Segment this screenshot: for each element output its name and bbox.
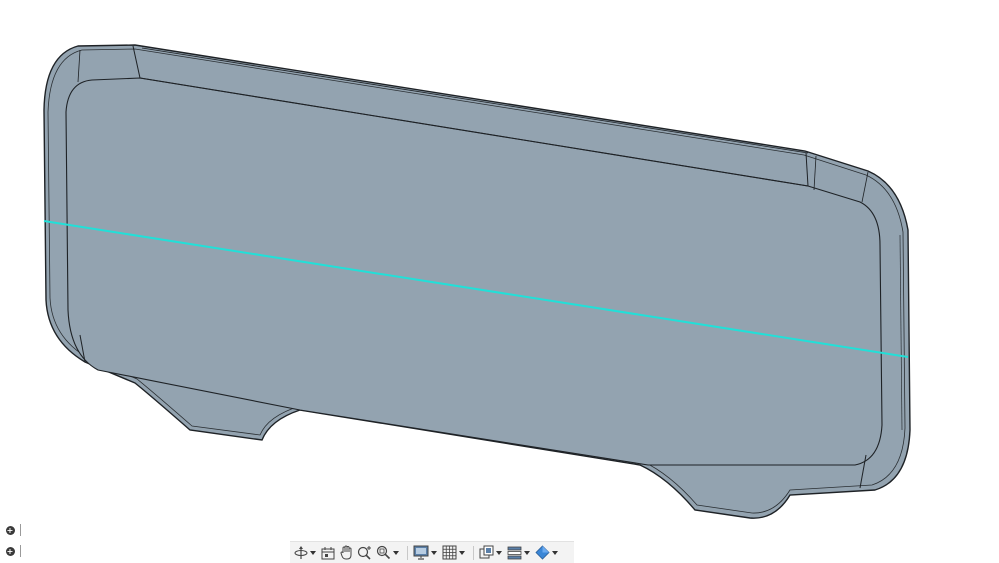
monitor-icon <box>413 545 429 560</box>
display-settings-menu-caret[interactable] <box>431 550 437 555</box>
zoom-button[interactable] <box>357 543 373 563</box>
display-settings-button[interactable] <box>413 543 439 563</box>
3d-viewport[interactable] <box>0 0 999 563</box>
viewports-button[interactable] <box>479 543 504 563</box>
grid-settings-menu-caret[interactable] <box>459 550 465 555</box>
viewports-icon <box>479 545 494 559</box>
hand-icon <box>340 545 352 560</box>
look-at-button[interactable] <box>321 543 336 563</box>
fit-menu-caret[interactable] <box>393 550 399 555</box>
grid-settings-button[interactable] <box>442 543 467 563</box>
viewports-menu-caret[interactable] <box>496 550 502 555</box>
cube-icon <box>535 545 550 560</box>
effects-button[interactable] <box>507 543 532 563</box>
visual-style-menu-caret[interactable] <box>552 550 558 555</box>
pan-button[interactable] <box>339 543 354 563</box>
layers-icon <box>507 546 522 560</box>
plus-circle-icon: + <box>5 546 15 556</box>
navigation-toolbar <box>290 541 574 563</box>
fit-button[interactable] <box>376 543 401 563</box>
plus-circle-icon: + <box>5 525 15 535</box>
orbit-menu-caret[interactable] <box>310 550 316 555</box>
zoom-icon <box>357 546 371 560</box>
visual-style-button[interactable] <box>535 543 560 563</box>
grid-icon <box>442 545 457 560</box>
model-canvas[interactable] <box>0 0 999 563</box>
effects-menu-caret[interactable] <box>524 550 530 555</box>
orbit-icon <box>294 545 308 559</box>
expand-browser-button-2[interactable]: + <box>3 544 21 558</box>
expand-browser-button-1[interactable]: + <box>3 523 21 537</box>
orbit-button[interactable] <box>294 543 318 563</box>
look-at-icon <box>321 546 335 559</box>
zoom-window-icon <box>376 545 391 560</box>
